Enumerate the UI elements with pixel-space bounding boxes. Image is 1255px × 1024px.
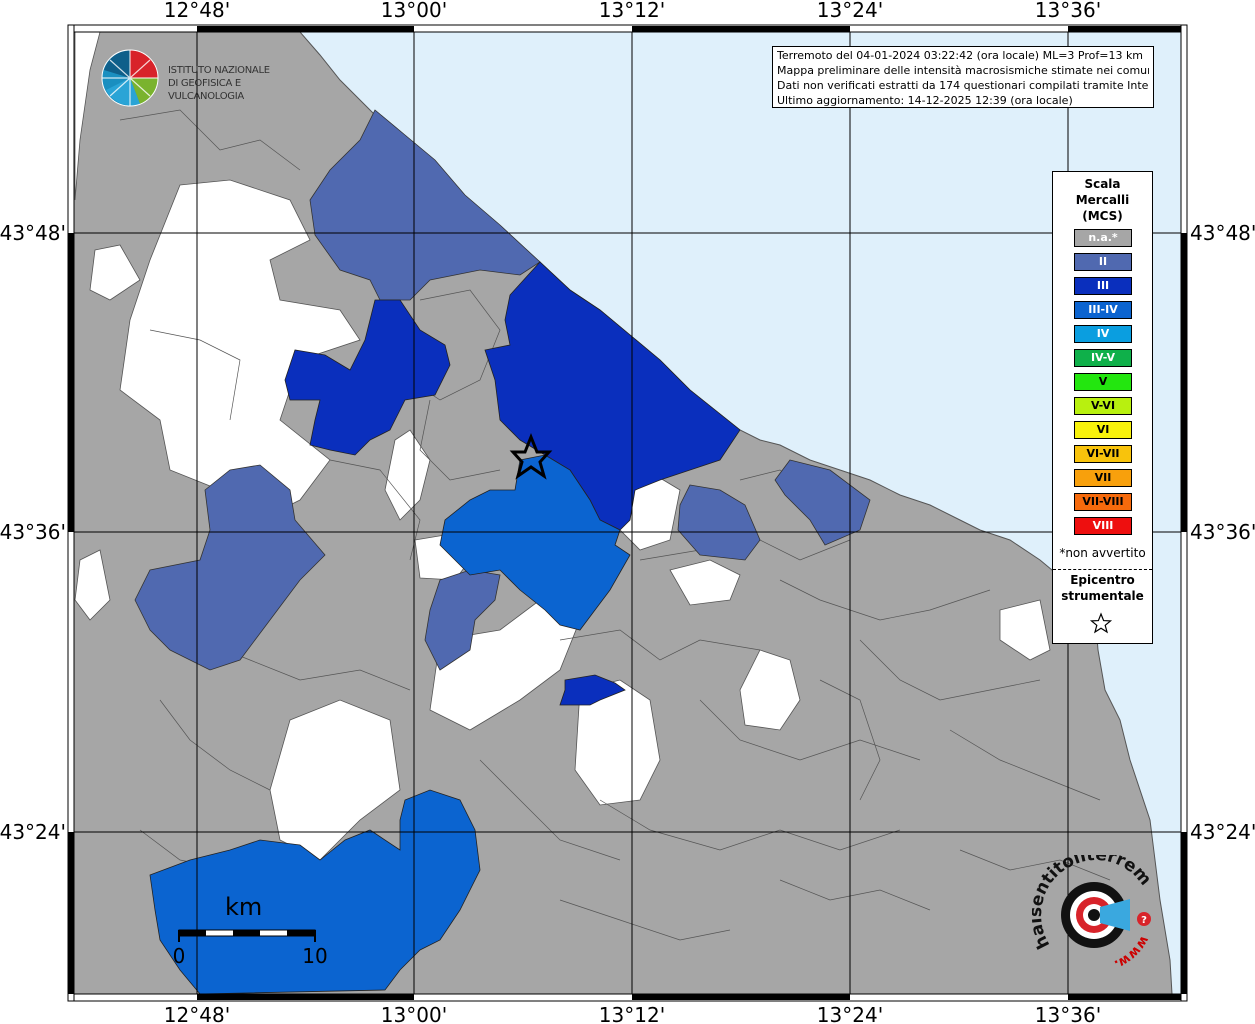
lon-label-bottom: 13°36' — [1035, 1003, 1101, 1024]
event-info-line: Mappa preliminare delle intensità macros… — [777, 64, 1149, 77]
legend-title: Scala Mercalli (MCS) — [1053, 176, 1152, 224]
event-info-box: Terremoto del 04-01-2024 03:22:42 (ora l… — [772, 46, 1154, 108]
lon-label-bottom: 12°48' — [164, 1003, 230, 1024]
lon-label-top: 13°12' — [599, 0, 665, 22]
svg-text:?: ? — [1141, 915, 1147, 926]
legend-item: VI-VII — [1074, 445, 1132, 463]
haisentito-www: www. — [1112, 933, 1152, 972]
seismograph-logo-icon: haisentitoilterremoto.it www. ? — [1026, 840, 1155, 972]
lat-label-left: 43°48' — [0, 221, 66, 245]
legend-item: IV-V — [1074, 349, 1132, 367]
ingv-logo: ISTITUTO NAZIONALE DI GEOFISICA E VULCAN… — [100, 48, 310, 108]
mcs-legend: Scala Mercalli (MCS) n.a.* II III III-IV IV I… — [1052, 171, 1153, 644]
lat-label-right: 43°48' — [1190, 221, 1255, 245]
legend-item: III — [1074, 277, 1132, 295]
legend-title-line: (MCS) — [1082, 209, 1123, 223]
legend-item: V — [1074, 373, 1132, 391]
legend-title-line: Scala — [1084, 177, 1121, 191]
lat-label-left: 43°36' — [0, 520, 66, 544]
legend-note: *non avvertito — [1059, 546, 1146, 560]
legend-item: VIII — [1074, 517, 1132, 535]
legend-epicenter-line: Epicentro — [1070, 573, 1135, 587]
globe-logo-icon — [101, 49, 159, 107]
lon-label-top: 13°36' — [1035, 0, 1101, 22]
legend-item: II — [1074, 253, 1132, 271]
ingv-name-line1: ISTITUTO NAZIONALE — [168, 65, 270, 76]
event-info-line: Ultimo aggiornamento: 14-12-2025 12:39 (… — [777, 94, 1073, 107]
svg-text:www.: www. — [1112, 933, 1152, 972]
lat-label-right: 43°24' — [1190, 820, 1255, 844]
legend-item: III-IV — [1074, 301, 1132, 319]
event-info-line: Dati non verificati estratti da 174 ques… — [777, 79, 1149, 92]
latitude-labels-left: 43°48' 43°36' 43°24' — [0, 221, 66, 844]
longitude-labels-bottom: 12°48' 13°00' 13°12' 13°24' 13°36' — [164, 1003, 1101, 1024]
lon-label-bottom: 13°12' — [599, 1003, 665, 1024]
legend-separator — [1053, 569, 1152, 570]
legend-epicenter-line: strumentale — [1061, 589, 1144, 603]
lon-label-bottom: 13°24' — [817, 1003, 883, 1024]
latitude-labels-right: 43°48' 43°36' 43°24' — [1190, 221, 1255, 844]
legend-item: V-VI — [1074, 397, 1132, 415]
scale-bar: km 0 10 — [170, 890, 340, 970]
scale-end-label: 10 — [302, 944, 327, 968]
lon-label-bottom: 13°00' — [381, 1003, 447, 1024]
legend-item: IV — [1074, 325, 1132, 343]
star-outline-icon — [1089, 612, 1113, 634]
scale-bar-graphic: km 0 10 — [173, 893, 328, 968]
legend-item: n.a.* — [1074, 229, 1132, 247]
lon-label-top: 12°48' — [164, 0, 230, 22]
longitude-labels-top: 12°48' 13°00' 13°12' 13°24' 13°36' — [164, 0, 1101, 22]
lon-label-top: 13°00' — [381, 0, 447, 22]
legend-epicenter-label: Epicentro strumentale — [1053, 572, 1152, 604]
lon-label-top: 13°24' — [817, 0, 883, 22]
scale-start-label: 0 — [173, 944, 186, 968]
legend-item: VI — [1074, 421, 1132, 439]
lat-label-left: 43°24' — [0, 820, 66, 844]
event-info-line: Terremoto del 04-01-2024 03:22:42 (ora l… — [777, 49, 1144, 62]
legend-item: VII-VIII — [1074, 493, 1132, 511]
lat-label-right: 43°36' — [1190, 520, 1255, 544]
ingv-name: ISTITUTO NAZIONALE DI GEOFISICA E VULCAN… — [168, 64, 310, 103]
ingv-name-line2: DI GEOFISICA E VULCANOLOGIA — [168, 78, 244, 102]
legend-item: VII — [1074, 469, 1132, 487]
legend-title-line: Mercalli — [1075, 193, 1130, 207]
scale-unit: km — [225, 893, 262, 921]
haisentito-logo: haisentitoilterremoto.it www. ? — [1026, 840, 1167, 975]
